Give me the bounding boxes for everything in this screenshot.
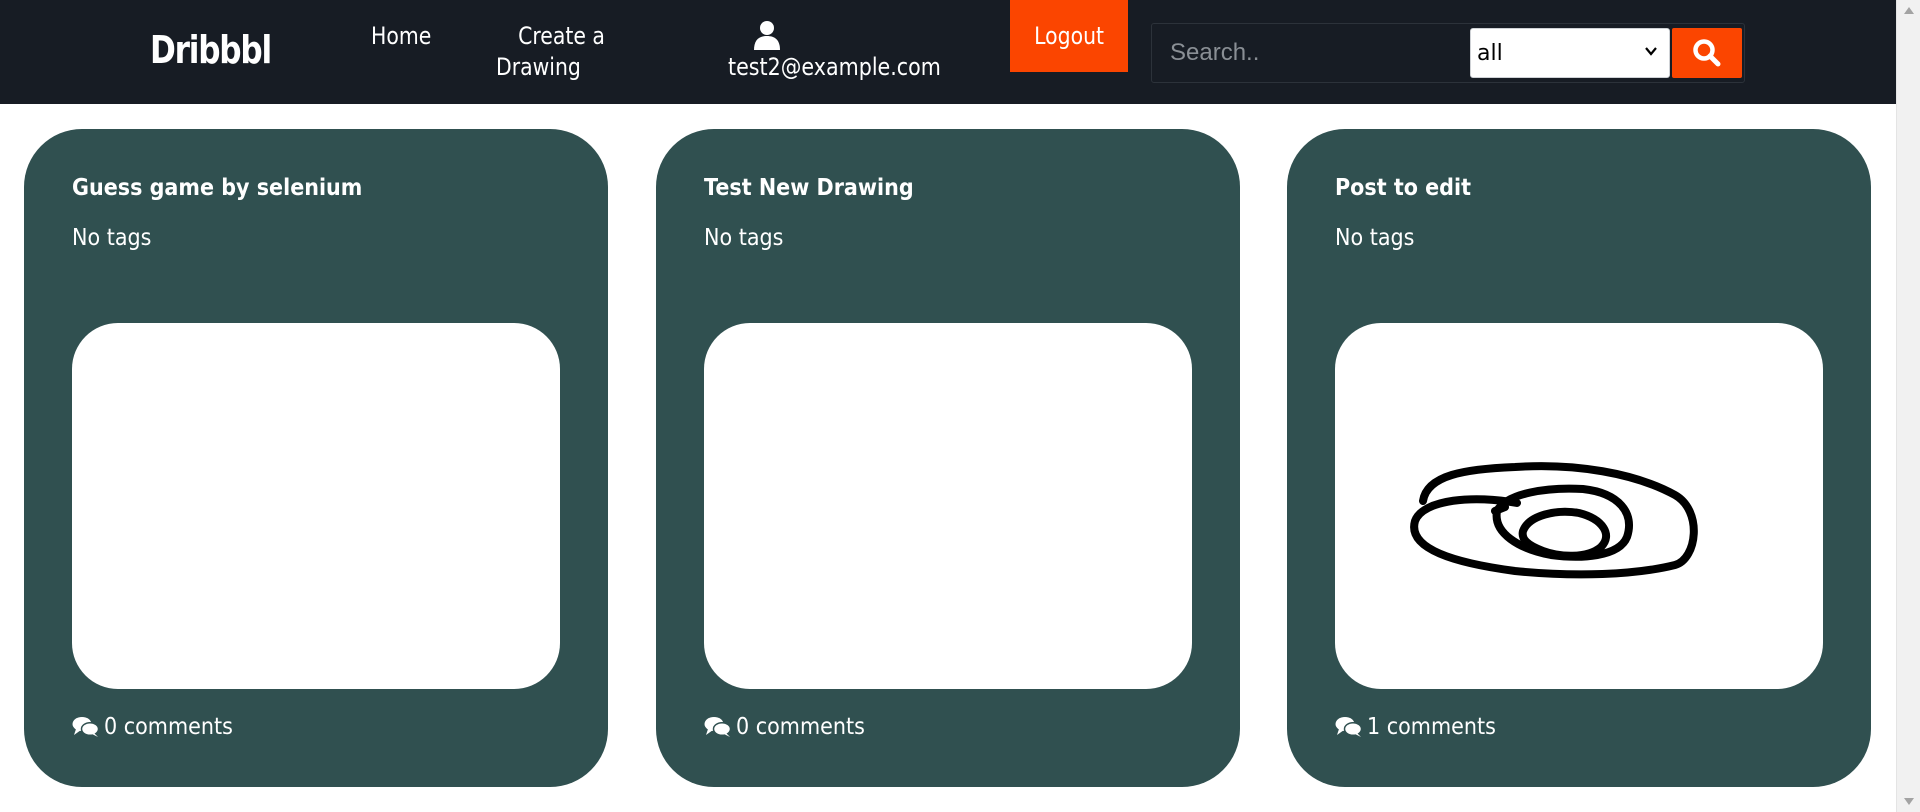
search-filter-select[interactable]: all (1470, 28, 1670, 78)
comments-icon (72, 717, 100, 737)
page-scrollbar[interactable] (1896, 0, 1920, 812)
post-title[interactable]: Guess game by selenium (72, 175, 362, 201)
comments-icon (1335, 717, 1363, 737)
post-title[interactable]: Post to edit (1335, 175, 1471, 201)
brand-logo[interactable]: Dribbbl (150, 28, 272, 72)
post-comments-link[interactable]: 1 comments (1335, 714, 1510, 740)
search-form: all (1151, 23, 1745, 83)
post-comments-link[interactable]: 0 comments (72, 714, 247, 740)
post-drawing[interactable] (72, 323, 560, 689)
search-filter-value: all (1477, 40, 1503, 66)
post-tags: No tags (704, 225, 784, 251)
post-tags: No tags (1335, 225, 1415, 251)
post-card[interactable]: Post to edit No tags 1 comments (1287, 129, 1871, 787)
post-drawing[interactable] (1335, 323, 1823, 689)
logout-label: Logout (1034, 22, 1104, 50)
navbar: Dribbbl Home Create a Drawing test2@exam… (0, 0, 1896, 104)
post-title[interactable]: Test New Drawing (704, 175, 914, 201)
post-card[interactable]: Guess game by selenium No tags 0 comment… (24, 129, 608, 787)
search-icon (1693, 39, 1721, 67)
scroll-up-arrow-icon[interactable] (1904, 6, 1914, 14)
post-comments-count: 0 comments (104, 714, 233, 740)
nav-create-label-line2: Drawing (496, 53, 581, 81)
nav-home-link[interactable]: Home (371, 21, 431, 52)
nav-create-label-line1: Create a (518, 22, 605, 50)
comments-icon (704, 717, 732, 737)
nav-create-drawing-link[interactable]: Create a Drawing (496, 21, 615, 83)
post-comments-link[interactable]: 0 comments (704, 714, 879, 740)
user-email: test2@example.com (728, 53, 941, 81)
search-input[interactable] (1152, 24, 1470, 82)
chevron-down-icon (1645, 47, 1657, 56)
scroll-down-arrow-icon[interactable] (1904, 798, 1914, 806)
post-comments-count: 1 comments (1367, 714, 1496, 740)
post-tags: No tags (72, 225, 152, 251)
scribble-drawing (1410, 462, 1698, 579)
post-drawing[interactable] (704, 323, 1192, 689)
post-card[interactable]: Test New Drawing No tags 0 comments (656, 129, 1240, 787)
logout-button[interactable]: Logout (1010, 0, 1128, 72)
post-comments-count: 0 comments (736, 714, 865, 740)
user-icon (754, 21, 780, 50)
search-button[interactable] (1672, 28, 1742, 78)
